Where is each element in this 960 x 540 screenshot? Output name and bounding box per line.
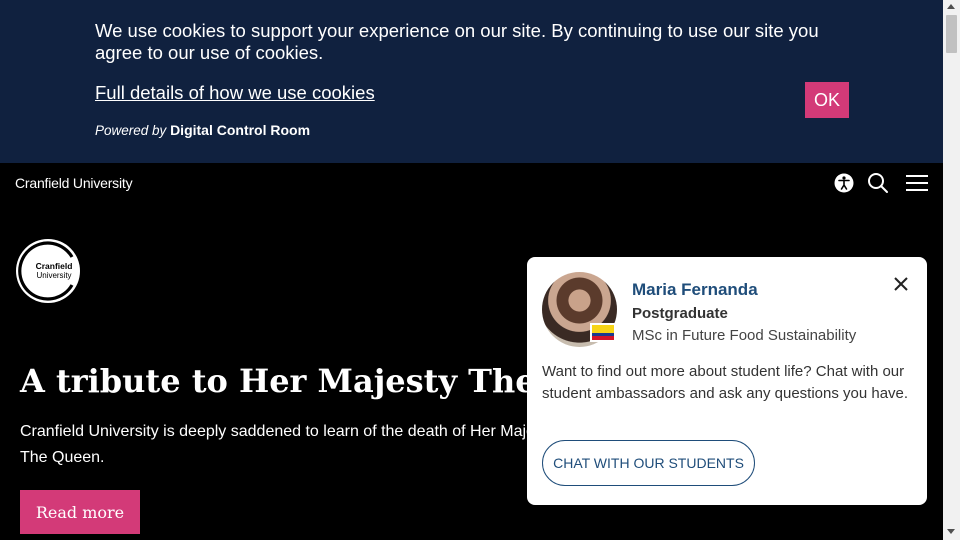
cranfield-logo[interactable]: Cranfield University bbox=[15, 238, 81, 304]
cookie-details-link[interactable]: Full details of how we use cookies bbox=[95, 82, 375, 104]
powered-by-name[interactable]: Digital Control Room bbox=[170, 122, 310, 138]
close-icon[interactable] bbox=[890, 273, 912, 295]
site-name-link[interactable]: Cranfield University bbox=[15, 175, 133, 191]
chat-with-students-button[interactable]: CHAT WITH OUR STUDENTS bbox=[542, 440, 755, 486]
search-icon[interactable] bbox=[866, 171, 890, 195]
cookie-ok-button[interactable]: OK bbox=[805, 82, 849, 118]
site-header: Cranfield University bbox=[0, 163, 943, 203]
powered-by: Powered by Digital Control Room bbox=[95, 122, 310, 138]
logo-line2: University bbox=[36, 271, 71, 280]
menu-icon[interactable] bbox=[904, 171, 930, 195]
ambassador-level: Postgraduate bbox=[632, 305, 728, 322]
accessibility-icon[interactable] bbox=[832, 171, 856, 195]
hero-text: Cranfield University is deeply saddened … bbox=[20, 423, 556, 466]
colombia-flag-icon bbox=[590, 323, 616, 342]
cookie-banner: We use cookies to support your experienc… bbox=[0, 0, 943, 163]
scrollbar[interactable] bbox=[943, 0, 960, 540]
scroll-down-arrow-icon[interactable] bbox=[947, 529, 955, 534]
ambassador-name: Maria Fernanda bbox=[632, 280, 758, 299]
logo-line1: Cranfield bbox=[36, 261, 73, 271]
chat-message: Want to find out more about student life… bbox=[542, 363, 909, 402]
cookie-message: We use cookies to support your experienc… bbox=[95, 20, 819, 63]
scrollbar-thumb[interactable] bbox=[946, 15, 957, 53]
chat-widget: Maria Fernanda Postgraduate MSc in Futur… bbox=[527, 257, 927, 505]
powered-by-prefix: Powered by bbox=[95, 123, 167, 138]
ambassador-course: MSc in Future Food Sustainability bbox=[632, 327, 857, 344]
read-more-button[interactable]: Read more bbox=[20, 490, 140, 534]
scroll-up-arrow-icon[interactable] bbox=[947, 4, 955, 9]
